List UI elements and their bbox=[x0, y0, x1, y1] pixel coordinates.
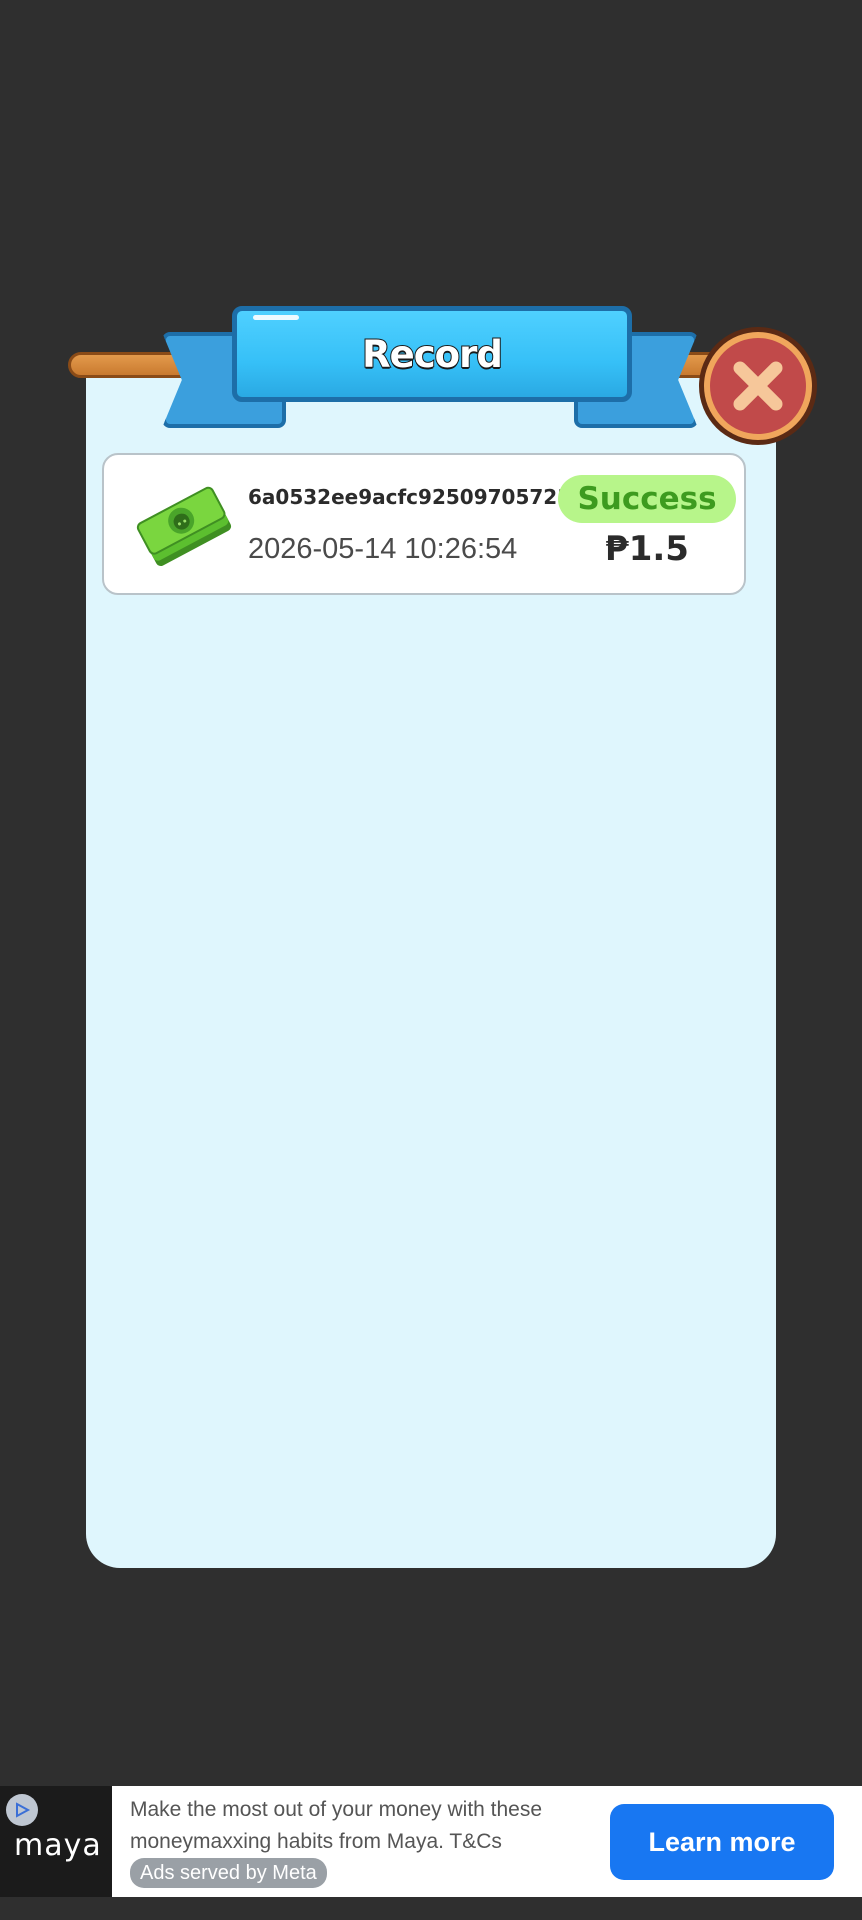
title-ribbon: Record bbox=[232, 306, 632, 402]
record-amount: ₱1.5 bbox=[605, 529, 689, 569]
dialog-title: Record bbox=[361, 332, 504, 377]
ad-text: Make the most out of your money with the… bbox=[130, 1798, 543, 1853]
ad-attribution-tag: Ads served by Meta bbox=[130, 1858, 327, 1888]
close-button[interactable] bbox=[704, 332, 812, 440]
ad-brand-logo: maya bbox=[0, 1786, 112, 1897]
learn-more-button[interactable]: Learn more bbox=[610, 1804, 834, 1880]
record-time: 2026-05-14 10:26:54 bbox=[248, 533, 518, 565]
ad-play-icon bbox=[6, 1794, 38, 1826]
money-bill-icon bbox=[136, 486, 232, 567]
record-id: 6a0532ee9acfc92509705723 bbox=[248, 485, 572, 509]
ad-banner[interactable]: maya Make the most out of your money wit… bbox=[0, 1786, 862, 1897]
ad-brand-name: maya bbox=[14, 1828, 102, 1863]
close-icon bbox=[733, 361, 783, 411]
status-badge: Success bbox=[558, 475, 736, 523]
record-row[interactable]: 6a0532ee9acfc92509705723 2026-05-14 10:2… bbox=[102, 453, 746, 595]
